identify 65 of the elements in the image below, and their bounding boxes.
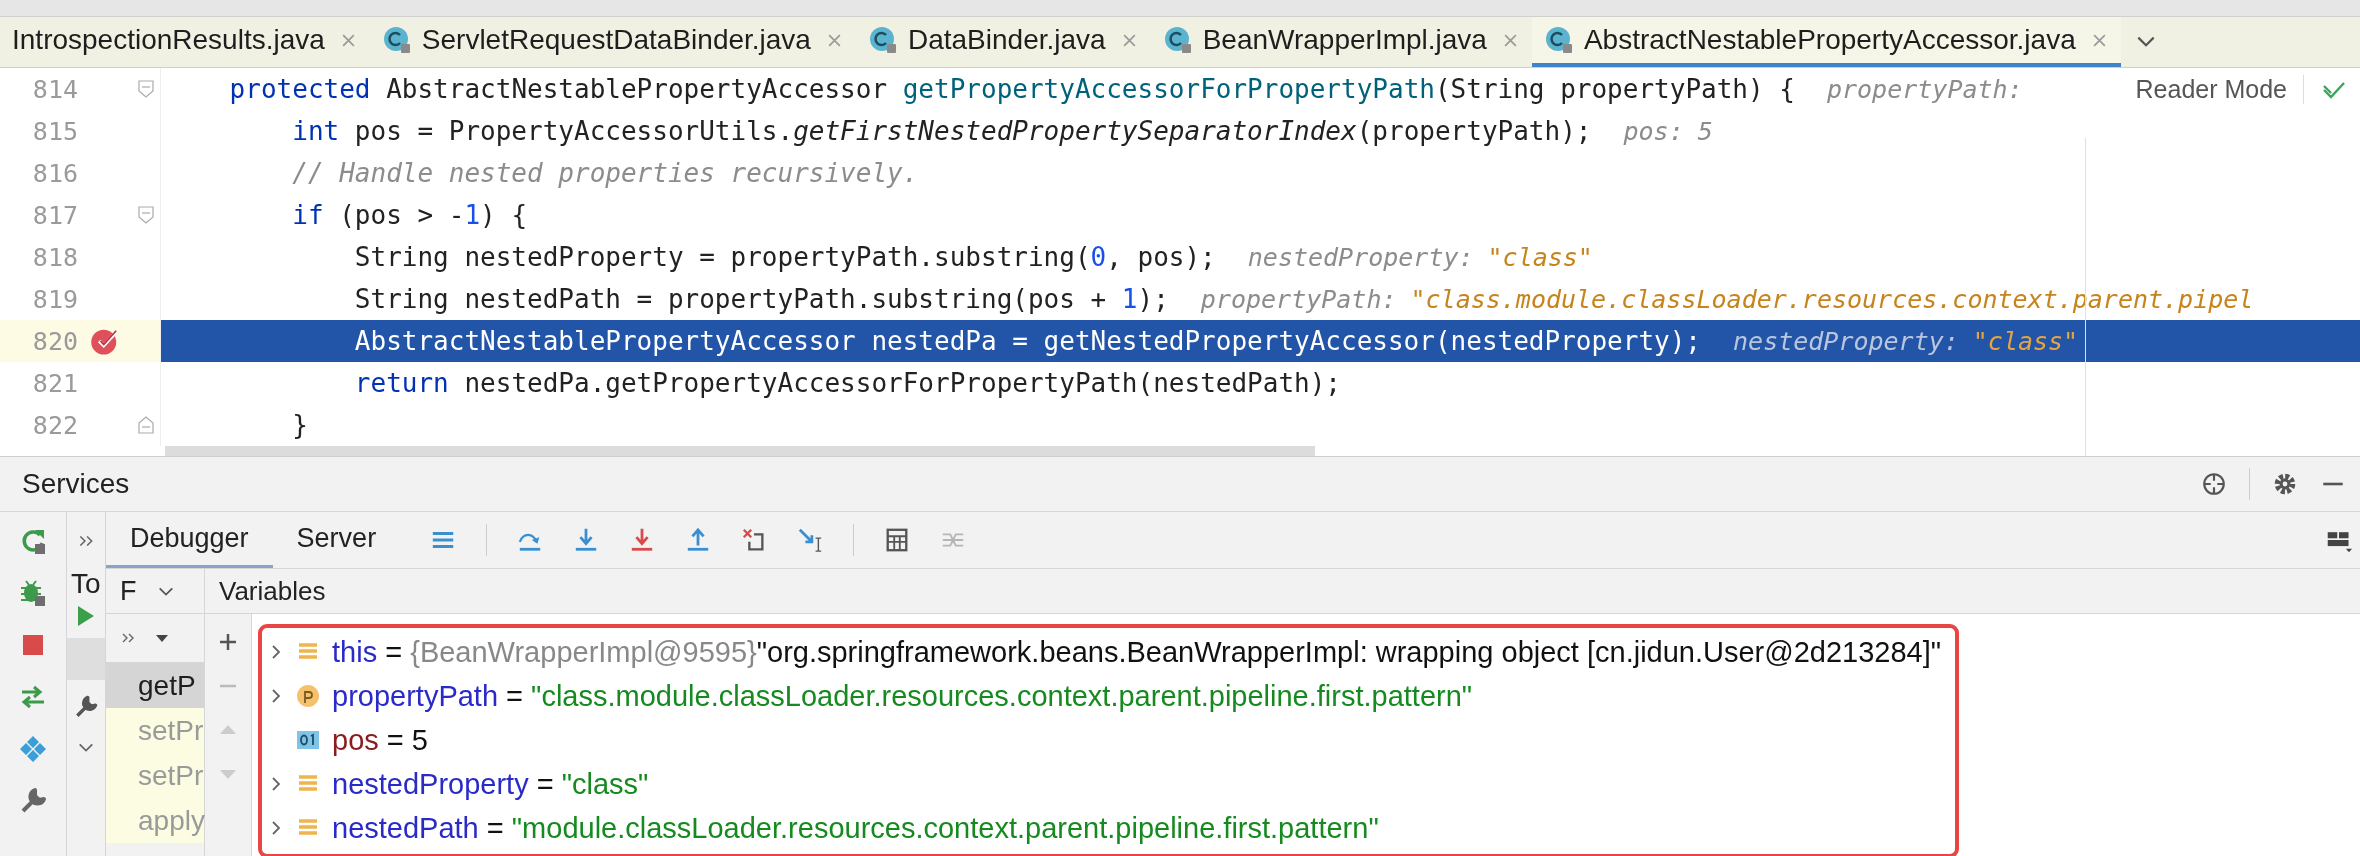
variable-row[interactable]: nestedPath = "module.classLoader.resources.context.parent.pipeline.first.pattern" bbox=[270, 806, 1942, 850]
editor-tab[interactable]: AbstractNestablePropertyAccessor.java bbox=[1531, 17, 2121, 67]
code-line: protected AbstractNestablePropertyAccessor getPropertyAccessorForPropertyPath(String propertyPath) { bbox=[228, 74, 1795, 104]
line-number: 819 bbox=[31, 284, 78, 314]
fold-marker-icon[interactable] bbox=[138, 206, 154, 224]
settings-icon[interactable] bbox=[2272, 471, 2298, 497]
close-icon[interactable] bbox=[2091, 32, 2107, 48]
debugger-tab[interactable]: Debugger bbox=[106, 512, 273, 568]
variable-text: propertyPath = "class.module.classLoader.resources.context.parent.pipeline.first.pattern" bbox=[332, 679, 1473, 713]
fold-marker-icon[interactable] bbox=[138, 416, 154, 434]
bug-icon[interactable] bbox=[18, 578, 48, 608]
play-icon[interactable] bbox=[76, 604, 96, 628]
editor-tab[interactable]: ServletRequestDataBinder.java bbox=[369, 17, 856, 67]
add-icon[interactable] bbox=[218, 632, 238, 652]
line-number: 821 bbox=[31, 368, 78, 398]
run-to-cursor-icon[interactable] bbox=[797, 527, 824, 553]
line-number: 816 bbox=[31, 158, 78, 188]
inline-value-hint: pos: 5 bbox=[1623, 116, 1714, 146]
horizontal-scrollbar[interactable] bbox=[165, 446, 1315, 456]
debugger-tab[interactable]: Server bbox=[272, 512, 401, 568]
frames-header: F bbox=[120, 575, 137, 607]
line-number: 818 bbox=[31, 242, 78, 272]
editor-tab[interactable]: IntrospectionResults.java bbox=[0, 17, 370, 67]
variable-row[interactable]: nestedProperty = "class" bbox=[270, 762, 1942, 806]
code-line: String nestedPath = propertyPath.substring(pos + 1); bbox=[353, 284, 1169, 314]
editor-tab[interactable]: DataBinder.java bbox=[855, 17, 1151, 67]
reader-mode-button[interactable]: Reader Mode bbox=[2135, 75, 2304, 104]
line-number: 814 bbox=[31, 74, 78, 104]
variable-text: this = {BeanWrapperImpl@9595}"org.springframework.beans.BeanWrapperImpl: wrapping object [cn.jidun.User@2d213284]" bbox=[332, 635, 1942, 669]
line-number: 815 bbox=[31, 116, 78, 146]
code-line: return nestedPa.getPropertyAccessorForPropertyPath(nestedPath); bbox=[353, 368, 1341, 398]
variables-header: Variables bbox=[219, 575, 326, 607]
inline-value-hint: propertyPath: "class.module.classLoader.resources.context.parent.pipel bbox=[1200, 284, 2254, 314]
parameter-icon bbox=[296, 684, 320, 708]
close-icon[interactable] bbox=[1121, 32, 1137, 48]
editor-tab[interactable]: BeanWrapperImpl.java bbox=[1150, 17, 1532, 67]
inline-value-hint: propertyPath: bbox=[1826, 74, 2024, 104]
fold-marker-icon[interactable] bbox=[138, 80, 154, 98]
variable-text: nestedProperty = "class" bbox=[332, 767, 649, 801]
crosshair-icon[interactable] bbox=[2201, 471, 2227, 497]
variable-row[interactable]: this = {BeanWrapperImpl@9595}"org.springframework.beans.BeanWrapperImpl: wrapping object [cn.jidun.User@2d213284]" bbox=[270, 630, 1942, 674]
code-line: } bbox=[291, 410, 308, 440]
line-number: 817 bbox=[31, 200, 78, 230]
variable-text: pos = 5 bbox=[332, 723, 428, 757]
inline-value-hint: nestedProperty: "class" bbox=[1247, 242, 1593, 272]
code-line: // Handle nested properties recursively. bbox=[291, 158, 919, 188]
line-number: 822 bbox=[31, 410, 78, 440]
wrench-icon[interactable] bbox=[73, 694, 99, 720]
variable-text: nestedPath = "module.classLoader.resources.context.parent.pipeline.first.pattern" bbox=[332, 811, 1379, 845]
close-icon[interactable] bbox=[1502, 32, 1518, 48]
code-line: AbstractNestablePropertyAccessor nestedPa = getNestedPropertyAccessor(nestedProperty); bbox=[353, 326, 1702, 356]
inline-value-hint: nestedProperty: "class" bbox=[1733, 326, 2079, 356]
variable-row[interactable]: pos = 5 bbox=[270, 718, 1942, 762]
close-icon[interactable] bbox=[340, 32, 356, 48]
stack-frame[interactable]: getP bbox=[106, 663, 204, 708]
variable-row[interactable]: propertyPath = "class.module.classLoader.resources.context.parent.pipeline.first.pattern" bbox=[270, 674, 1942, 718]
code-line: int pos = PropertyAccessorUtils.getFirstNestedPropertySeparatorIndex(propertyPath); bbox=[291, 116, 1592, 146]
panel-title: Services bbox=[22, 468, 130, 500]
primitive-icon bbox=[296, 728, 320, 752]
diamonds-icon[interactable] bbox=[18, 734, 48, 764]
code-line: String nestedProperty = propertyPath.substring(0, pos); bbox=[353, 242, 1216, 272]
line-number: 820 bbox=[31, 326, 78, 356]
code-line: if (pos > -1) { bbox=[291, 200, 528, 230]
tree-label: To bbox=[70, 568, 101, 600]
close-icon[interactable] bbox=[826, 32, 842, 48]
